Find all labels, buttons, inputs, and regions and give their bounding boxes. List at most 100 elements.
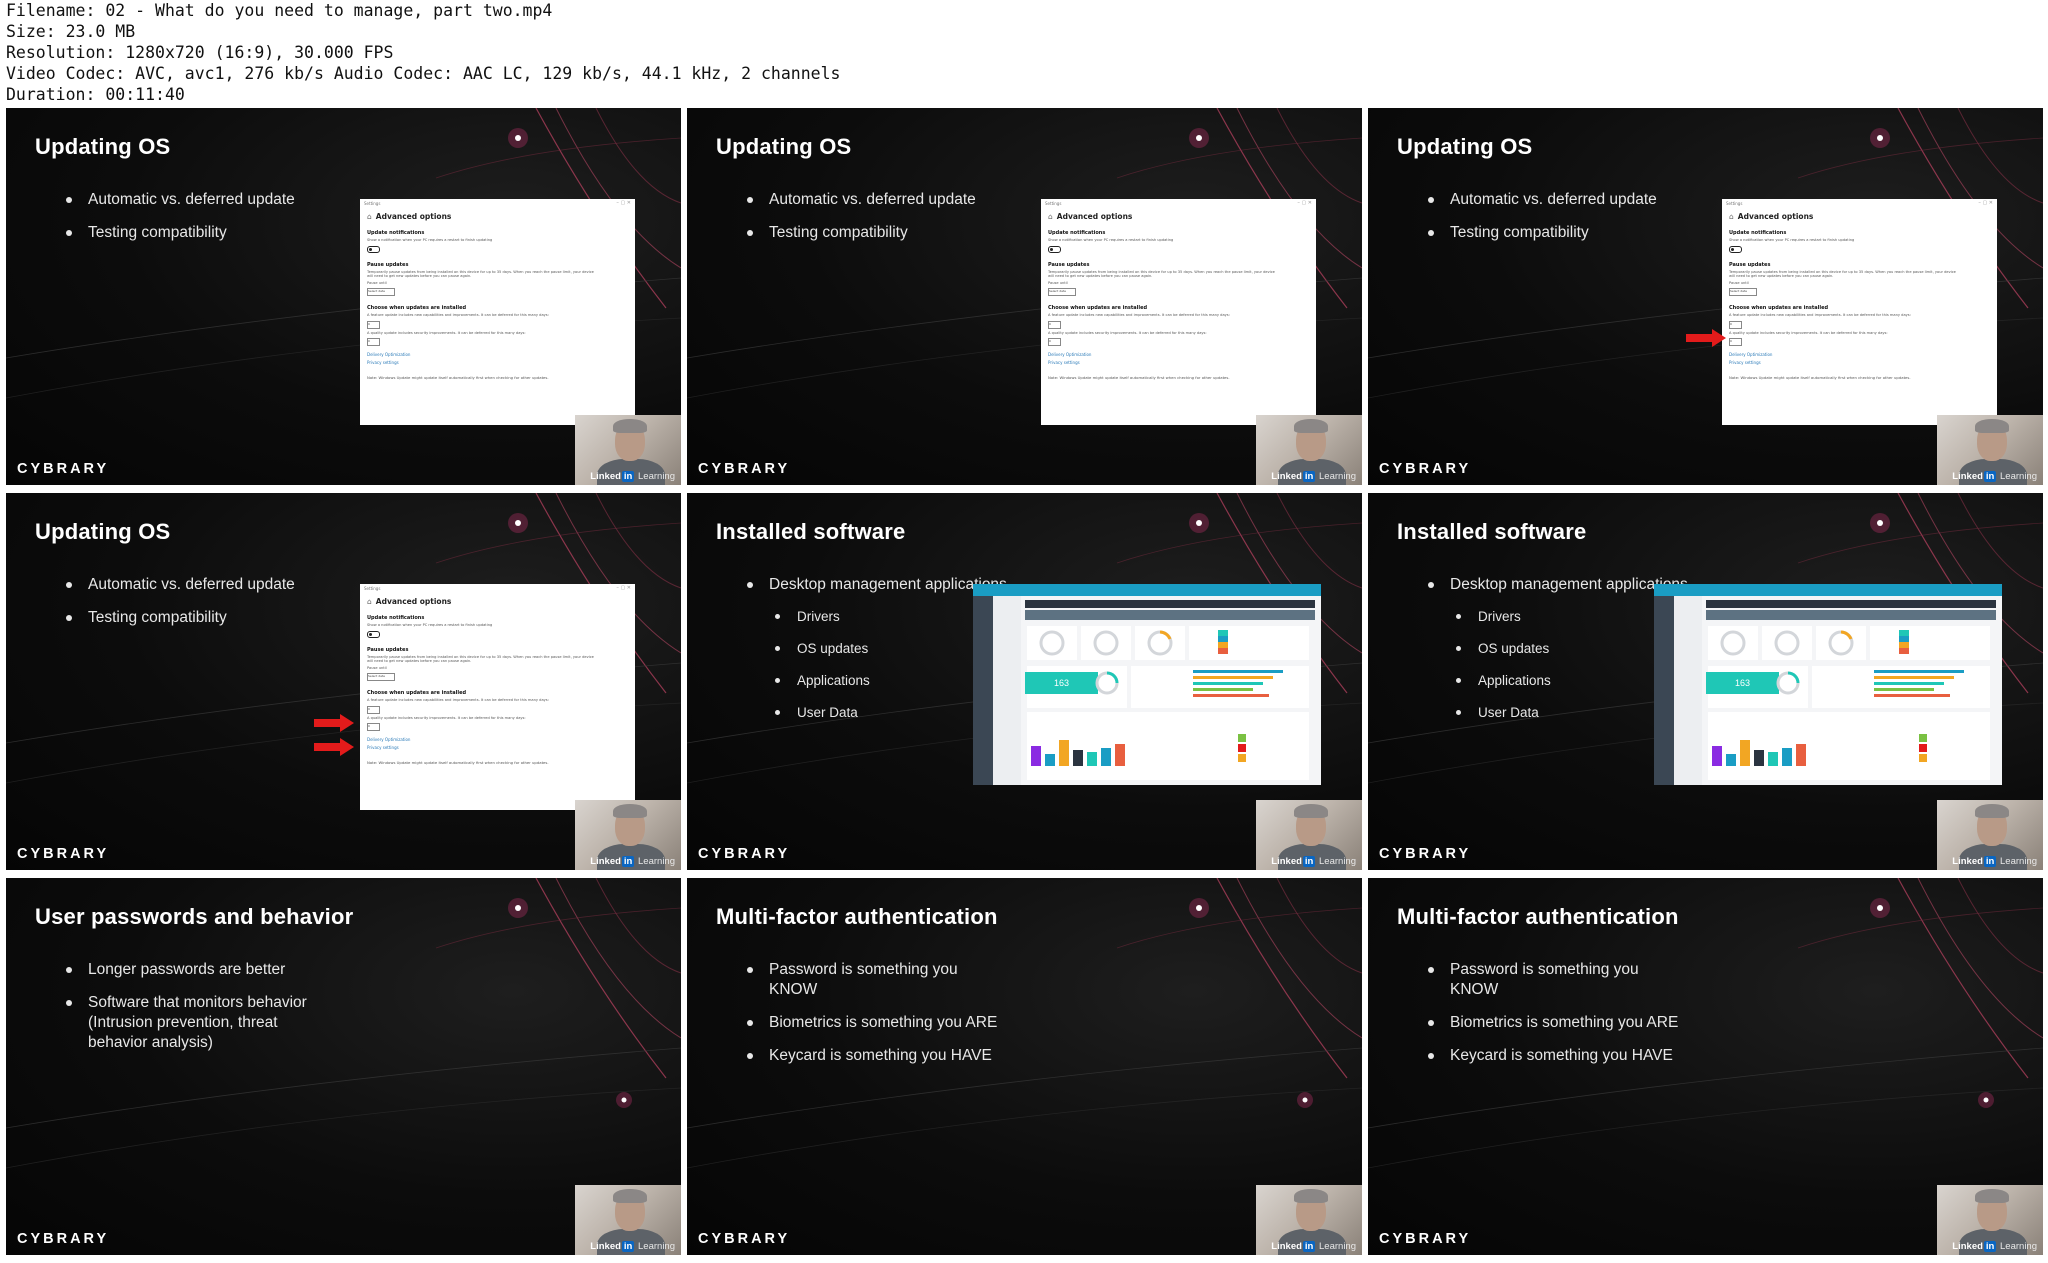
presenter-webcam: Linked in Learning [575, 800, 681, 870]
quality-defer-dropdown[interactable]: 0 [367, 723, 380, 731]
video-frame-thumbnail[interactable]: Updating OS Automatic vs. deferred updat… [6, 108, 681, 485]
bullet-item: Software that monitors behavior (Intrusi… [66, 993, 326, 1053]
privacy-settings-link[interactable]: Privacy settings [360, 742, 635, 750]
window-controls-icon: – ▢ ✕ [616, 585, 631, 591]
bullet-item: Testing compatibility [66, 608, 326, 628]
filename-line: Filename: 02 - What do you need to manag… [6, 1, 553, 20]
settings-note: Note: Windows Update might update itself… [1048, 375, 1230, 380]
quality-defer-dropdown[interactable]: 0 [1048, 338, 1061, 346]
settings-note: Note: Windows Update might update itself… [367, 760, 549, 765]
select-date-dropdown[interactable]: Select date [1048, 288, 1076, 296]
bullet-item: Desktop management applications Drivers OS… [747, 575, 1007, 723]
linkedin-learning-logo: Linked in Learning [1952, 1241, 2037, 1252]
file-info-header: Filename: 02 - What do you need to manag… [0, 0, 2048, 108]
privacy-settings-link[interactable]: Privacy settings [1722, 357, 1997, 365]
notifications-toggle[interactable] [1729, 245, 1742, 253]
sub-bullet-item: User Data [769, 703, 1007, 723]
home-icon: ⌂ [367, 212, 372, 221]
bullet-item: Testing compatibility [66, 223, 326, 243]
duration-line: Duration: 00:11:40 [6, 85, 185, 104]
bullet-item: Automatic vs. deferred update [66, 575, 326, 595]
presenter-hair [1294, 419, 1328, 433]
privacy-settings-link[interactable]: Privacy settings [1041, 357, 1316, 365]
quality-defer-dropdown[interactable]: 0 [367, 338, 380, 346]
notifications-toggle[interactable] [367, 245, 380, 253]
delivery-optimization-link[interactable]: Delivery Optimization [360, 731, 635, 742]
window-controls-icon: – ▢ ✕ [1978, 200, 1993, 206]
feature-defer-dropdown[interactable]: 0 [1048, 320, 1061, 329]
delivery-optimization-link[interactable]: Delivery Optimization [360, 346, 635, 357]
delivery-optimization-link[interactable]: Delivery Optimization [1722, 346, 1997, 357]
video-frame-thumbnail[interactable]: User passwords and behavior Longer passw… [6, 878, 681, 1255]
window-title: Settings [364, 201, 381, 206]
video-frame-thumbnail[interactable]: Updating OS Automatic vs. deferred updat… [1368, 108, 2043, 485]
select-date-dropdown[interactable]: Select date [1729, 288, 1757, 296]
video-frame-thumbnail[interactable]: Updating OS Automatic vs. deferred updat… [6, 493, 681, 870]
bullet-text: Testing compatibility [769, 224, 908, 241]
bullet-text: Software that monitors behavior (Intrusi… [88, 994, 307, 1051]
bullet-text: Automatic vs. deferred update [1450, 191, 1657, 208]
slide-title: Updating OS [35, 134, 171, 159]
bullet-text: Password is something you KNOW [1450, 961, 1639, 998]
feature-defer-dropdown[interactable]: 0 [1729, 320, 1742, 329]
presenter-hair [1294, 804, 1328, 818]
feature-defer-dropdown[interactable]: 0 [367, 705, 380, 714]
presenter-hair [613, 1189, 647, 1203]
window-controls-icon: – ▢ ✕ [1297, 200, 1312, 206]
presenter-hair [613, 804, 647, 818]
video-frame-thumbnail[interactable]: Updating OS Automatic vs. deferred updat… [687, 108, 1362, 485]
feature-defer-dropdown[interactable]: 0 [367, 320, 380, 329]
linkedin-learning-logo: Linked in Learning [1952, 856, 2037, 867]
video-frame-thumbnail[interactable]: Multi-factor authentication Password is … [1368, 878, 2043, 1255]
notifications-description: Show a notification when your PC require… [367, 623, 493, 627]
sub-bullet-item: Applications [1450, 671, 1688, 691]
codec-line: Video Codec: AVC, avc1, 276 kb/s Audio C… [6, 64, 841, 83]
feature-update-text: A feature update includes new capabiliti… [1729, 313, 1911, 317]
linkedin-learning-logo: Linked in Learning [590, 856, 675, 867]
bullet-item: Testing compatibility [747, 223, 1007, 243]
bullet-text: Biometrics is something you ARE [769, 1014, 998, 1031]
sub-bullet-list: Drivers OS updates Applications User Data [1450, 607, 1688, 723]
quality-defer-dropdown[interactable]: 0 [1729, 338, 1742, 346]
bullet-item: Password is something you KNOW [747, 960, 1007, 1000]
feature-update-text: A feature update includes new capabiliti… [367, 313, 549, 317]
window-titlebar: Settings – ▢ ✕ [1041, 199, 1316, 208]
select-date-dropdown[interactable]: Select date [367, 673, 395, 681]
select-date-dropdown[interactable]: Select date [367, 288, 395, 296]
notifications-description: Show a notification when your PC require… [1729, 238, 1855, 242]
notifications-toggle[interactable] [367, 630, 380, 638]
bullet-list: Automatic vs. deferred update Testing com… [747, 190, 1007, 256]
bullet-item: Longer passwords are better [66, 960, 326, 980]
notifications-toggle[interactable] [1048, 245, 1061, 253]
bullet-list: Automatic vs. deferred update Testing com… [66, 575, 326, 641]
presenter-hair [1975, 419, 2009, 433]
feature-update-text: A feature update includes new capabiliti… [1048, 313, 1230, 317]
window-titlebar: Settings – ▢ ✕ [360, 199, 635, 208]
bullet-text: Automatic vs. deferred update [88, 191, 295, 208]
presenter-webcam: Linked in Learning [1937, 1185, 2043, 1255]
feature-update-text: A feature update includes new capabiliti… [367, 698, 549, 702]
pause-updates-heading: Pause updates [1729, 261, 1771, 268]
slide-title: Installed software [716, 519, 906, 544]
red-arrow-icon [314, 714, 354, 732]
bullet-text: Testing compatibility [1450, 224, 1589, 241]
bullet-text: Keycard is something you HAVE [769, 1047, 992, 1064]
sub-bullet-item: User Data [1450, 703, 1688, 723]
presenter-hair [1975, 1189, 2009, 1203]
window-title: Settings [1726, 201, 1743, 206]
sub-bullet-item: Drivers [1450, 607, 1688, 627]
notifications-description: Show a notification when your PC require… [367, 238, 493, 242]
privacy-settings-link[interactable]: Privacy settings [360, 357, 635, 365]
cybrary-logo: CYBRARY [1379, 846, 1472, 862]
linkedin-learning-logo: Linked in Learning [1271, 471, 1356, 482]
bullet-item: Automatic vs. deferred update [1428, 190, 1688, 210]
video-frame-thumbnail[interactable]: Installed software Desktop management ap… [687, 493, 1362, 870]
settings-note: Note: Windows Update might update itself… [1729, 375, 1911, 380]
video-frame-thumbnail[interactable]: Installed software Desktop management ap… [1368, 493, 2043, 870]
bullet-item: Biometrics is something you ARE [1428, 1013, 1688, 1033]
delivery-optimization-link[interactable]: Delivery Optimization [1041, 346, 1316, 357]
choose-when-heading: Choose when updates are installed [367, 690, 467, 696]
size-line: Size: 23.0 MB [6, 22, 136, 41]
cybrary-logo: CYBRARY [698, 1231, 791, 1247]
video-frame-thumbnail[interactable]: Multi-factor authentication Password is … [687, 878, 1362, 1255]
